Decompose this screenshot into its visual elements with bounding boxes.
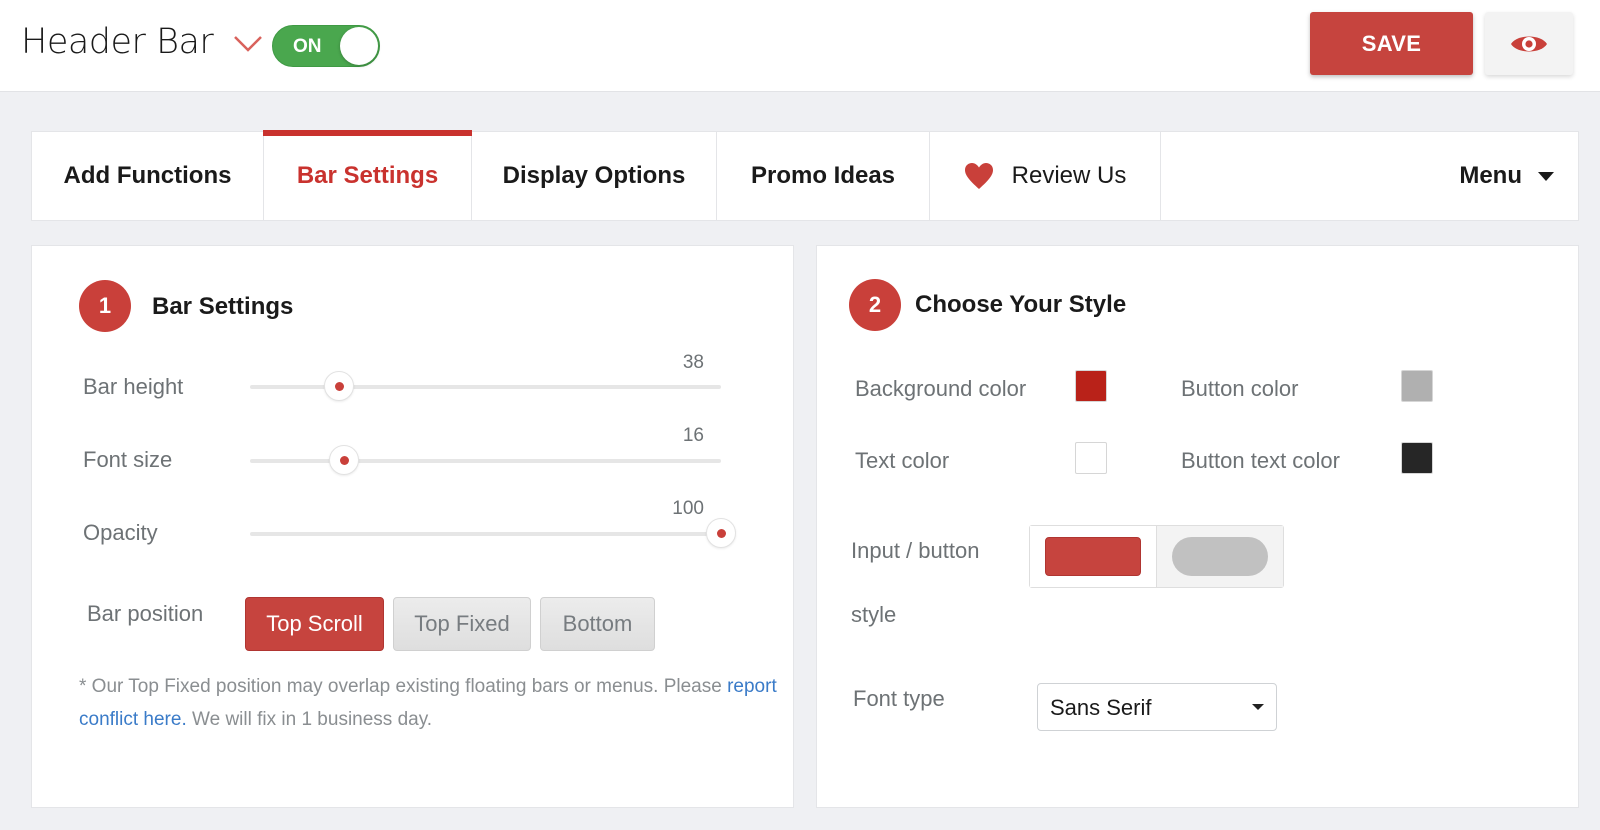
section-title: Choose Your Style — [915, 291, 1127, 318]
menu-dropdown[interactable]: Menu — [1161, 132, 1578, 220]
font-size-label: Font size — [83, 447, 173, 472]
chevron-down-icon[interactable] — [232, 32, 264, 54]
tab-label: Promo Ideas — [750, 162, 896, 189]
button-color-label: Button color — [1181, 376, 1299, 401]
bar-height-value: 38 — [682, 352, 704, 373]
slider-thumb[interactable] — [706, 518, 736, 548]
tab-review-us[interactable]: Review Us — [930, 132, 1161, 220]
opacity-label: Opacity — [83, 520, 158, 545]
background-color-swatch[interactable] — [1075, 370, 1107, 402]
text-color-swatch[interactable] — [1075, 442, 1107, 474]
style-option-pill[interactable] — [1156, 526, 1283, 587]
tab-add-functions[interactable]: Add Functions — [32, 132, 264, 220]
top-header: Header Bar ON SAVE — [0, 0, 1600, 92]
font-type-select[interactable]: Sans Serif — [1037, 683, 1277, 731]
save-button[interactable]: SAVE — [1310, 12, 1473, 75]
tab-promo-ideas[interactable]: Promo Ideas — [717, 132, 930, 220]
pill-shape-icon — [1171, 537, 1268, 576]
eye-icon — [1511, 36, 1547, 51]
page-title: Header Bar — [21, 22, 214, 62]
tab-label: Display Options — [502, 162, 686, 189]
slider-thumb[interactable] — [324, 371, 355, 401]
text-color-label: Text color — [855, 448, 950, 473]
section-title: Bar Settings — [152, 293, 294, 320]
heart-icon — [964, 162, 994, 190]
tab-label: Menu — [1459, 162, 1522, 189]
opacity-value: 100 — [672, 498, 704, 519]
font-type-value: Sans Serif — [1050, 695, 1152, 720]
bar-enabled-toggle[interactable]: ON — [272, 25, 380, 67]
font-type-label: Font type — [853, 686, 945, 711]
button-text-color-label: Button text color — [1181, 448, 1340, 473]
input-style-label-cont: style — [851, 602, 897, 627]
background-color-label: Background color — [855, 376, 1027, 401]
font-size-value: 16 — [682, 425, 704, 446]
rectangle-shape-icon — [1044, 537, 1141, 576]
toggle-knob — [340, 27, 378, 65]
bar-position-label: Bar position — [87, 601, 204, 626]
position-top-scroll-button[interactable]: Top Scroll — [245, 597, 384, 651]
input-style-picker — [1029, 525, 1284, 588]
tab-bar-settings[interactable]: Bar Settings — [263, 130, 472, 220]
tab-label: Bar Settings — [296, 162, 439, 189]
bar-height-label: Bar height — [83, 374, 184, 399]
style-panel: 2 Choose Your Style Background color But… — [816, 245, 1579, 808]
step-badge: 2 — [849, 279, 901, 331]
toggle-label: ON — [293, 36, 322, 57]
button-color-swatch[interactable] — [1401, 370, 1433, 402]
font-size-slider[interactable] — [250, 445, 721, 475]
tab-display-options[interactable]: Display Options — [472, 132, 717, 220]
button-text-color-swatch[interactable] — [1401, 442, 1433, 474]
dropdown-arrow-icon — [1252, 704, 1264, 710]
bar-height-slider[interactable] — [250, 371, 721, 401]
overlap-note: * Our Top Fixed position may overlap exi… — [79, 670, 779, 736]
caret-down-icon — [1538, 171, 1554, 181]
style-option-rectangle[interactable] — [1030, 526, 1157, 587]
position-bottom-button[interactable]: Bottom — [540, 597, 655, 651]
slider-thumb[interactable] — [329, 445, 360, 475]
preview-button[interactable] — [1485, 12, 1573, 75]
step-badge: 1 — [79, 280, 131, 332]
opacity-slider[interactable] — [250, 518, 736, 548]
note-text-end: We will fix in 1 business day. — [186, 709, 433, 730]
input-style-label: Input / button — [851, 538, 980, 563]
bar-settings-panel: 1 Bar Settings Bar height 38 Font size 1… — [31, 245, 794, 808]
tab-bar: Add Functions Bar Settings Display Optio… — [31, 130, 1579, 221]
note-text: * Our Top Fixed position may overlap exi… — [79, 676, 728, 697]
tab-label: Review Us — [1011, 162, 1127, 189]
tab-label: Add Functions — [63, 162, 232, 189]
position-top-fixed-button[interactable]: Top Fixed — [393, 597, 531, 651]
